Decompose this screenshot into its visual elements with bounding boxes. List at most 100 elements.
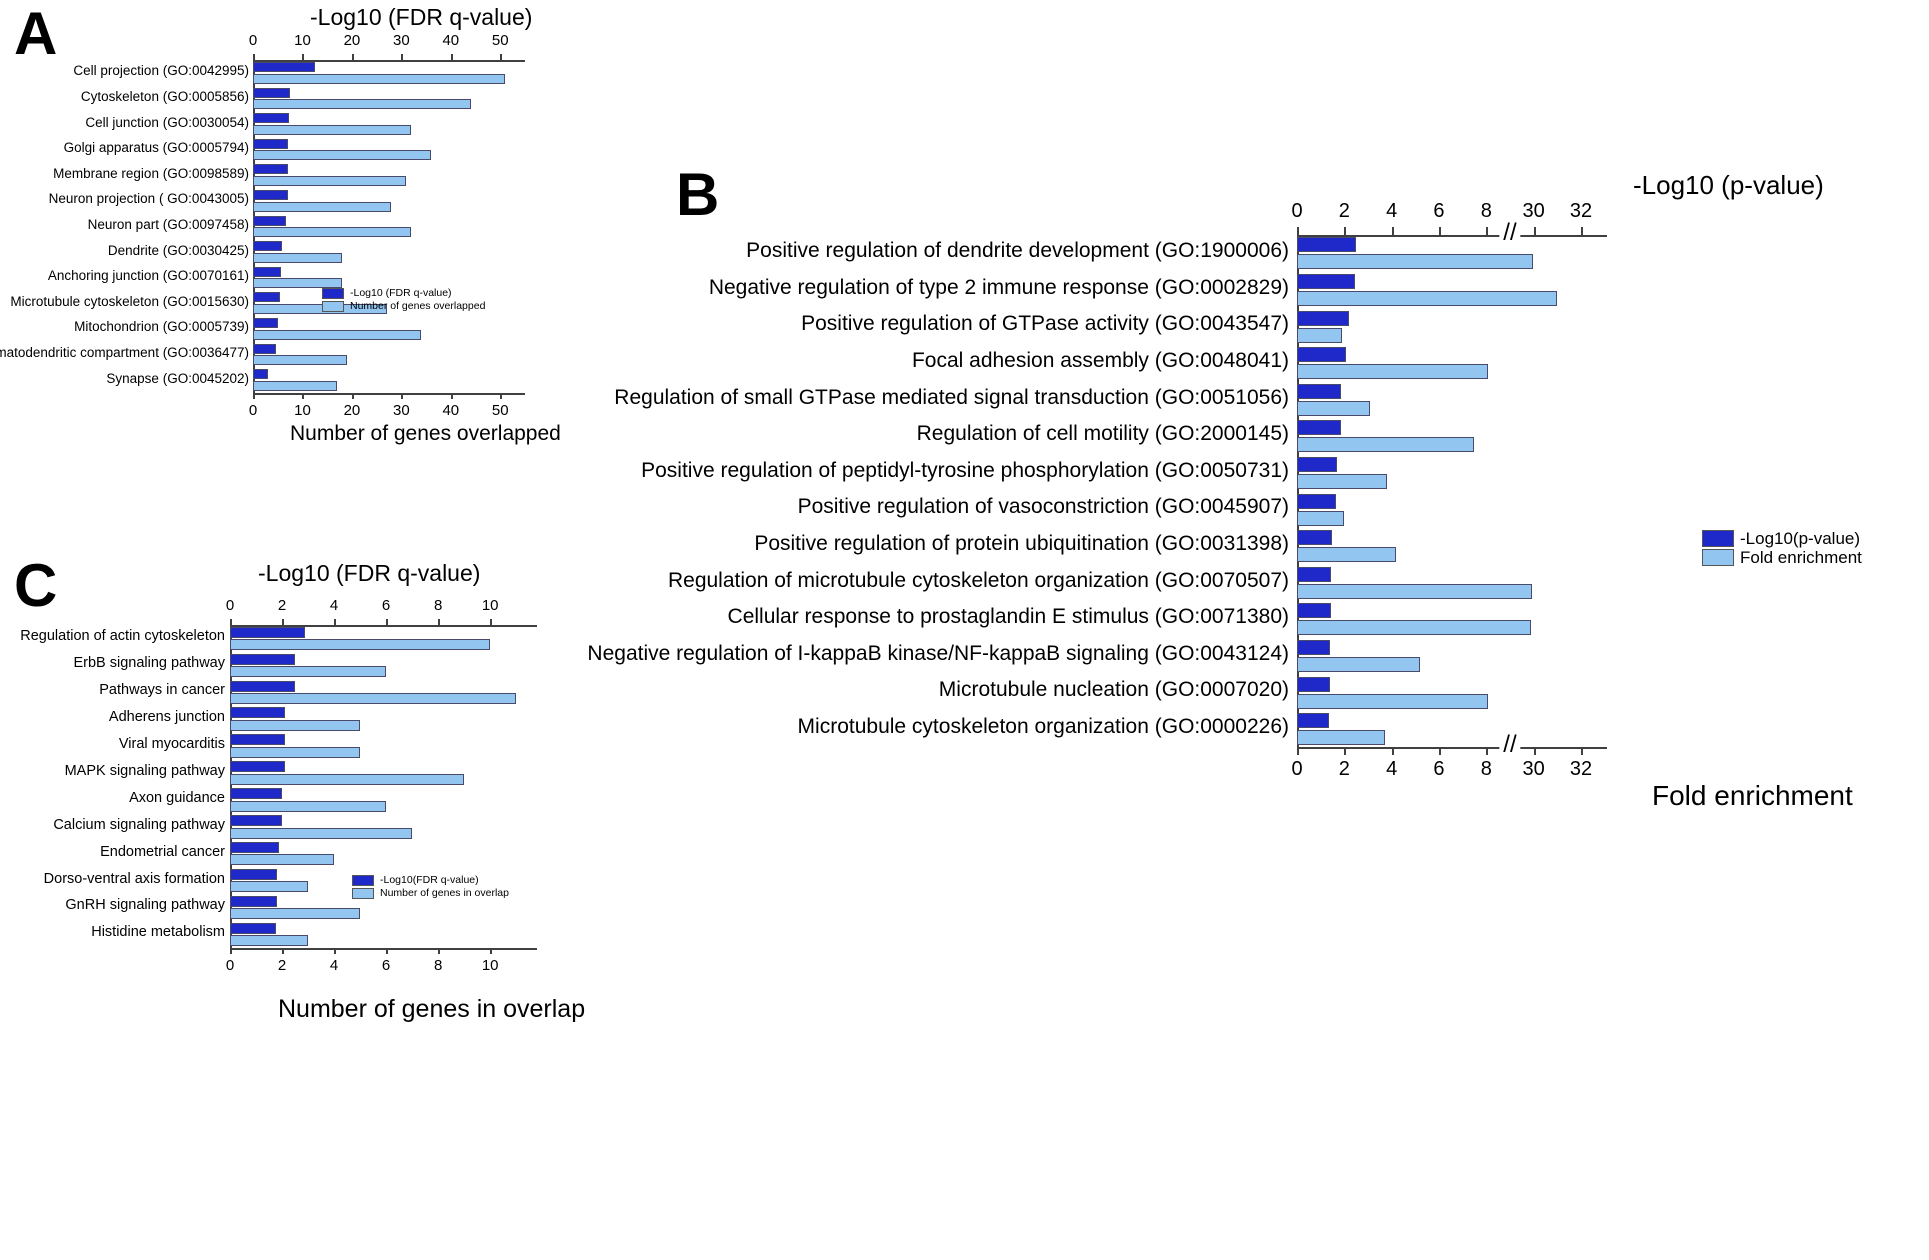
bar-dark xyxy=(1297,566,1332,582)
top-axis-tick-label: 50 xyxy=(491,32,509,49)
bar-dark xyxy=(1297,383,1341,399)
bar-light xyxy=(253,150,432,161)
legend-swatch-dark-icon xyxy=(352,875,374,886)
bar-light xyxy=(230,666,387,678)
top-axis-tick-label: 10 xyxy=(294,32,311,49)
category-label: Neuron part (GO:0097458) xyxy=(87,217,249,233)
bar-dark xyxy=(253,266,281,277)
bottom-axis-tick xyxy=(450,392,453,399)
top-axis-tick xyxy=(490,619,493,625)
bar-dark xyxy=(1297,603,1332,619)
bar-dark xyxy=(230,626,306,638)
bottom-axis-tick xyxy=(302,392,305,399)
bar-dark xyxy=(1297,347,1346,363)
bar-light xyxy=(230,881,309,893)
bottom-axis-tick-label: 40 xyxy=(442,401,460,419)
bar-light xyxy=(253,329,422,340)
bar-dark xyxy=(230,868,277,880)
bottom-axis-tick-label: 30 xyxy=(1522,758,1545,781)
bar-light xyxy=(253,278,343,289)
bar-dark xyxy=(1297,713,1329,729)
bar-light xyxy=(253,99,471,110)
bar-dark xyxy=(230,653,296,665)
bar-light xyxy=(1297,254,1533,270)
top-axis-tick-label: 6 xyxy=(381,597,391,614)
category-label: Cellular response to prostaglandin E sti… xyxy=(727,605,1289,629)
category-label: Pathways in cancer xyxy=(99,682,225,699)
bottom-axis-tick xyxy=(1391,747,1394,756)
category-label: Histidine metabolism xyxy=(91,924,225,941)
legend-swatch-dark-icon xyxy=(1702,530,1734,547)
category-label: Cytoskeleton (GO:0005856) xyxy=(80,89,249,105)
top-axis-tick-label: 32 xyxy=(1569,200,1593,222)
bar-dark xyxy=(1297,493,1337,509)
top-axis-break-icon: // xyxy=(1499,220,1521,245)
top-axis-tick xyxy=(1391,227,1394,235)
bar-light xyxy=(230,827,413,839)
bottom-axis-tick xyxy=(490,947,493,954)
legend-label: -Log10 (FDR q-value) xyxy=(350,287,452,300)
legend-item: Number of genes overlapped xyxy=(322,301,485,312)
top-axis-tick xyxy=(500,54,503,60)
bar-light xyxy=(230,639,491,651)
legend-swatch-light-icon xyxy=(322,301,344,312)
legend-swatch-light-icon xyxy=(1702,549,1734,566)
bottom-axis-tick-label: 0 xyxy=(248,401,258,419)
top-axis-tick xyxy=(401,54,404,60)
bottom-axis-tick-label: 8 xyxy=(1480,758,1492,781)
legend-item: -Log10(p-value) xyxy=(1702,530,1862,547)
bar-dark xyxy=(230,815,283,826)
bar-dark xyxy=(253,343,276,354)
bottom-axis-tick-label: 4 xyxy=(329,956,339,974)
top-axis-tick xyxy=(282,619,285,625)
bar-dark xyxy=(230,734,285,746)
bar-light xyxy=(1297,510,1345,526)
top-axis-tick xyxy=(1533,227,1536,235)
bar-dark xyxy=(253,369,269,380)
bottom-axis-tick-label: 0 xyxy=(225,956,235,974)
bar-light xyxy=(253,252,343,263)
bar-light xyxy=(253,73,506,84)
category-label: Regulation of small GTPase mediated sign… xyxy=(614,385,1289,409)
category-label: Calcium signaling pathway xyxy=(53,816,225,833)
category-label: Cell junction (GO:0030054) xyxy=(85,114,249,130)
legend-label: Number of genes overlapped xyxy=(350,300,486,313)
bottom-axis-tick xyxy=(1438,747,1441,756)
bottom-axis-tick-label: 30 xyxy=(393,401,410,419)
bar-dark xyxy=(253,241,283,252)
panel-c-top-axis-title: -Log10 (FDR q-value) xyxy=(258,560,481,586)
panel-a-chart: 0 0 10 10 20 20 30 30 40 40 50 50 Cell projection (G… xyxy=(0,33,660,460)
top-axis-tick-label: 4 xyxy=(329,597,339,614)
bar-light xyxy=(230,693,517,704)
top-axis-tick-label: 30 xyxy=(393,32,410,49)
category-label: Synapse (GO:0045202) xyxy=(106,370,249,386)
bar-light xyxy=(230,800,387,812)
panel-b-chart: 0 0 2 2 4 4 6 6 8 8 30 30 32 32 // // Positive regulatio… xyxy=(587,201,1929,779)
bar-dark xyxy=(1297,639,1331,655)
bar-light xyxy=(1297,656,1421,672)
bar-dark xyxy=(230,788,283,800)
bar-light xyxy=(253,175,407,186)
panel-c-chart: 0 0 2 2 4 4 6 6 8 8 10 10 Regulation of actin cytosk… xyxy=(0,597,660,990)
category-label: Anchoring junction (GO:0070161) xyxy=(47,268,249,284)
top-axis-tick-label: 30 xyxy=(1522,200,1545,222)
bar-dark xyxy=(253,215,286,226)
bar-dark xyxy=(253,62,315,73)
bottom-axis-tick-label: 6 xyxy=(1433,758,1445,781)
category-label: Cell projection (GO:0042995) xyxy=(73,63,249,79)
bottom-axis-tick xyxy=(334,947,337,954)
bottom-axis-tick xyxy=(1344,747,1347,756)
bar-dark xyxy=(230,680,296,692)
bottom-axis-tick-label: 2 xyxy=(1338,758,1350,781)
top-axis-tick-label: 2 xyxy=(1338,200,1350,222)
chart-legend: -Log10(FDR q-value) Number of genes in ov… xyxy=(352,875,509,901)
bar-dark xyxy=(1297,273,1355,289)
bottom-axis-tick-label: 2 xyxy=(277,956,287,974)
bottom-axis-line xyxy=(253,392,525,395)
bottom-axis-tick-label: 32 xyxy=(1569,758,1593,781)
bottom-axis-tick xyxy=(1486,747,1489,756)
bottom-axis-tick xyxy=(386,947,389,954)
category-label: Negative regulation of I-kappaB kinase/N… xyxy=(587,641,1289,665)
category-label: Focal adhesion assembly (GO:0048041) xyxy=(911,349,1289,373)
top-axis-tick xyxy=(1297,227,1299,235)
